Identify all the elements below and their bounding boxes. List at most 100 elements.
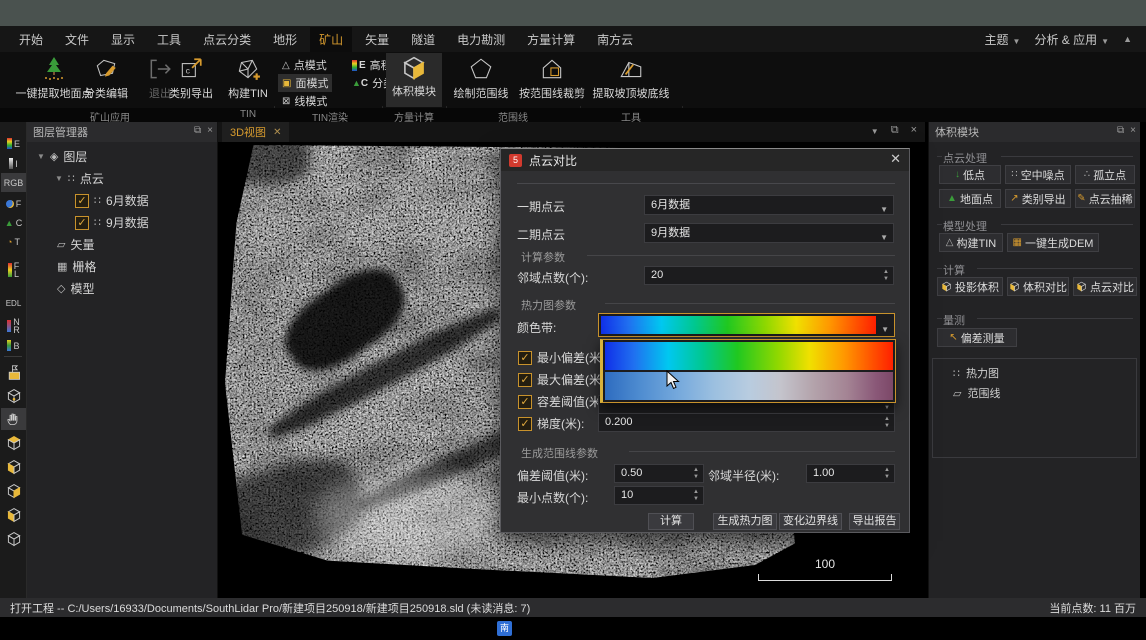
generate-dem-button[interactable]: ▦一键生成DEM: [1007, 233, 1099, 252]
generate-heatmap-button[interactable]: 生成热力图: [713, 513, 777, 530]
class-export-button[interactable]: c 类别导出: [162, 55, 220, 101]
air-noise-button[interactable]: ∷空中噪点: [1005, 165, 1071, 184]
edl-render-icon[interactable]: EDL: [1, 294, 26, 313]
pan-hand-tool-icon[interactable]: [1, 408, 26, 430]
colorband-select[interactable]: ▼: [598, 313, 895, 337]
spinner-icon[interactable]: ▲▼: [882, 416, 892, 430]
result-heatmap-item[interactable]: ∷热力图: [953, 365, 999, 381]
tree-node-raster[interactable]: ▦ 栅格: [57, 258, 96, 275]
float-panel-icon[interactable]: ⧉: [1117, 125, 1124, 136]
time-render-icon[interactable]: ◔T: [1, 232, 26, 251]
ground-points-button[interactable]: ▲地面点: [939, 189, 1001, 208]
view-right-cube-icon[interactable]: [1, 504, 26, 526]
export-report-button[interactable]: 导出报告: [849, 513, 900, 530]
fl-render-icon[interactable]: F L: [1, 252, 26, 288]
class-export-button[interactable]: ↗类别导出: [1005, 189, 1071, 208]
neighbor-radius-input[interactable]: 1.00▲▼: [806, 464, 895, 483]
colorband-option-muted[interactable]: [605, 372, 893, 400]
view-top-cube-icon[interactable]: [1, 432, 26, 454]
menu-tools[interactable]: 工具: [148, 27, 190, 52]
clip-by-boundary-button[interactable]: 按范围线裁剪: [516, 55, 588, 101]
close-window-icon[interactable]: ×: [911, 124, 917, 137]
colorband-option-rainbow[interactable]: [605, 342, 893, 370]
build-tin-button[interactable]: △构建TIN: [939, 233, 1003, 252]
tree-node-model[interactable]: ◇ 模型: [57, 280, 94, 297]
flag-box-tool-icon[interactable]: [1, 362, 26, 384]
view-cube-tool-icon[interactable]: [1, 385, 26, 407]
menu-volume-calc[interactable]: 方量计算: [518, 27, 584, 52]
tab-3d-view[interactable]: 3D视图 ✕: [222, 122, 289, 142]
spinner-icon[interactable]: ▲▼: [881, 269, 891, 283]
spinner-icon[interactable]: ▲▼: [691, 467, 701, 481]
result-boundary-item[interactable]: ▱范围线: [953, 385, 1000, 401]
menu-vector[interactable]: 矢量: [356, 27, 398, 52]
gradient-input[interactable]: 0.200▲▼: [598, 413, 895, 432]
neighbor-count-input[interactable]: 20▲▼: [644, 266, 894, 285]
thin-pointcloud-button[interactable]: ✎点云抽稀: [1075, 189, 1135, 208]
dialog-titlebar[interactable]: 5 点云对比 ✕: [501, 149, 909, 171]
spinner-icon[interactable]: ▲▼: [882, 467, 892, 481]
tree-node-vector[interactable]: ▱ 矢量: [57, 236, 94, 253]
volume-compare-button[interactable]: 体积对比: [1007, 277, 1069, 296]
menu-pointcloud-classify[interactable]: 点云分类: [194, 27, 260, 52]
close-dialog-icon[interactable]: ✕: [890, 151, 901, 167]
deviation-threshold-input[interactable]: 0.50▲▼: [614, 464, 704, 483]
b-render-icon[interactable]: B: [1, 336, 26, 355]
projected-volume-button[interactable]: 投影体积: [937, 277, 1003, 296]
elevation-render-icon[interactable]: E: [1, 134, 26, 153]
view-front-cube-icon[interactable]: [1, 456, 26, 478]
tree-node-layers[interactable]: ▼ ◈ 图层: [37, 148, 87, 165]
calculate-button[interactable]: 计算: [648, 513, 694, 530]
spinner-icon[interactable]: ▲▼: [691, 489, 701, 503]
menu-tunnel[interactable]: 隧道: [402, 27, 444, 52]
checkbox-checked[interactable]: ✓: [518, 395, 532, 409]
float-window-icon[interactable]: ⧉: [891, 124, 899, 137]
deviation-measure-button[interactable]: ↖偏差测量: [937, 328, 1017, 347]
menu-file[interactable]: 文件: [56, 27, 98, 52]
change-boundary-button[interactable]: 变化边界线: [779, 513, 842, 530]
float-panel-icon[interactable]: ⧉: [194, 125, 201, 136]
menu-start[interactable]: 开始: [10, 27, 52, 52]
view-left-cube-icon[interactable]: [1, 480, 26, 502]
tree-node-pointcloud[interactable]: ▼ ∷ 点云: [55, 170, 104, 187]
collapse-ribbon-button[interactable]: ▲: [1123, 34, 1132, 44]
chevron-expanded-icon[interactable]: ▼: [55, 174, 63, 183]
close-panel-icon[interactable]: ×: [1130, 125, 1136, 136]
menu-power-survey[interactable]: 电力勘测: [448, 27, 514, 52]
phase1-select[interactable]: 6月数据▼: [644, 195, 894, 215]
tree-node-dataset-september[interactable]: ✓ ∷ 9月数据: [75, 214, 149, 231]
chevron-down-icon[interactable]: ▼: [871, 124, 879, 137]
checkbox-checked[interactable]: ✓: [75, 216, 89, 230]
menu-mining[interactable]: 矿山: [310, 27, 352, 52]
min-points-input[interactable]: 10▲▼: [614, 486, 704, 505]
classify-edit-button[interactable]: 分类编辑: [78, 55, 134, 101]
menu-south-cloud[interactable]: 南方云: [588, 27, 642, 52]
extract-slope-lines-button[interactable]: 提取坡顶坡底线: [584, 55, 678, 101]
volume-module-button[interactable]: 体积模块: [386, 53, 442, 107]
chevron-expanded-icon[interactable]: ▼: [37, 152, 45, 161]
point-mode-button[interactable]: △ 点模式: [278, 56, 331, 74]
isolated-points-button[interactable]: ∴孤立点: [1075, 165, 1135, 184]
build-tin-button[interactable]: 构建TIN: [222, 55, 274, 101]
rgb-render-icon[interactable]: RGB: [1, 173, 26, 192]
checkbox-checked[interactable]: ✓: [518, 417, 532, 431]
phase2-select[interactable]: 9月数据▼: [644, 223, 894, 243]
taskbar-app-icon[interactable]: 南: [497, 621, 512, 636]
menu-terrain[interactable]: 地形: [264, 27, 306, 52]
class-render-icon[interactable]: ▲C: [1, 213, 26, 232]
checkbox-checked[interactable]: ✓: [518, 351, 532, 365]
view-back-cube-icon[interactable]: [1, 528, 26, 550]
low-points-button[interactable]: ↓低点: [939, 165, 1001, 184]
nr-render-icon[interactable]: N R: [1, 316, 26, 335]
fusion-render-icon[interactable]: F: [1, 194, 26, 213]
checkbox-checked[interactable]: ✓: [75, 194, 89, 208]
tree-node-dataset-june[interactable]: ✓ ∷ 6月数据: [75, 192, 149, 209]
theme-menu[interactable]: 主题▼: [985, 31, 1021, 48]
intensity-render-icon[interactable]: I: [1, 154, 26, 173]
close-panel-icon[interactable]: ×: [207, 125, 213, 136]
draw-boundary-button[interactable]: 绘制范围线: [450, 55, 512, 101]
checkbox-checked[interactable]: ✓: [518, 373, 532, 387]
close-tab-icon[interactable]: ✕: [273, 127, 281, 138]
pointcloud-compare-button[interactable]: 点云对比: [1073, 277, 1137, 296]
face-mode-button[interactable]: ▣ 面模式: [278, 74, 332, 92]
